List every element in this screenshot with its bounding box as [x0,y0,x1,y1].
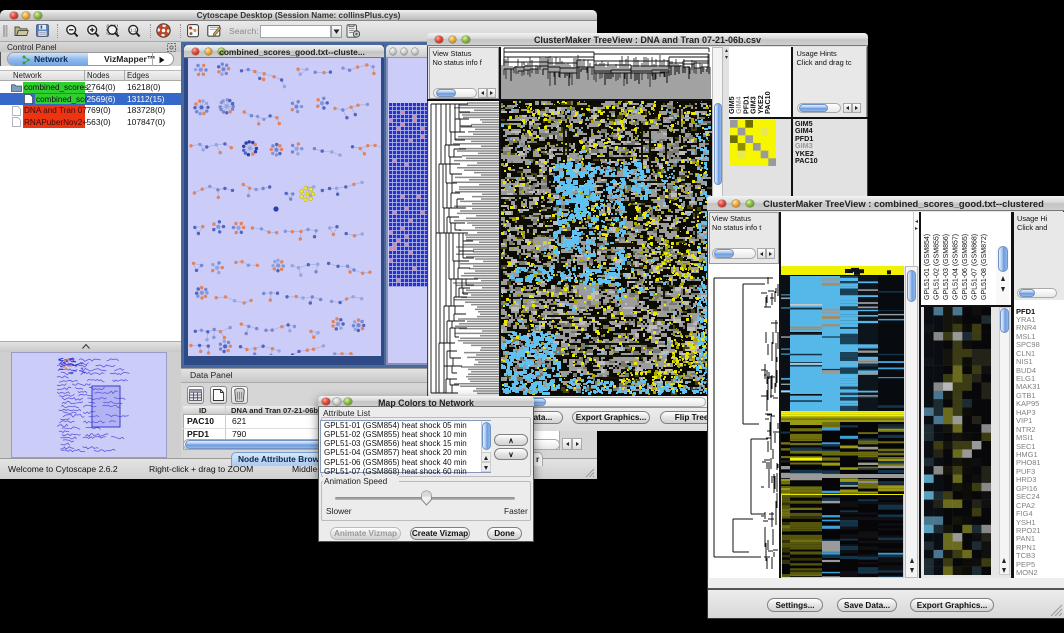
svg-text:GPL51-04 (GSM857): GPL51-04 (GSM857) [953,234,960,300]
svg-text:GPL51-07 (GSM868): GPL51-07 (GSM868) [972,234,979,300]
svg-text:GPL51-08 (GSM872): GPL51-08 (GSM872) [981,234,988,300]
svg-text:GPL51-02 (GSM855): GPL51-02 (GSM855) [934,234,941,300]
svg-text:PAC10: PAC10 [763,91,772,114]
svg-text:GPL51-01 (GSM854): GPL51-01 (GSM854) [924,234,931,300]
svg-text:1:1: 1:1 [130,28,137,33]
svg-text:GPL51-03 (GSM856): GPL51-03 (GSM856) [943,234,950,300]
svg-text:GPL51-06 (GSM865): GPL51-06 (GSM865) [962,234,969,300]
